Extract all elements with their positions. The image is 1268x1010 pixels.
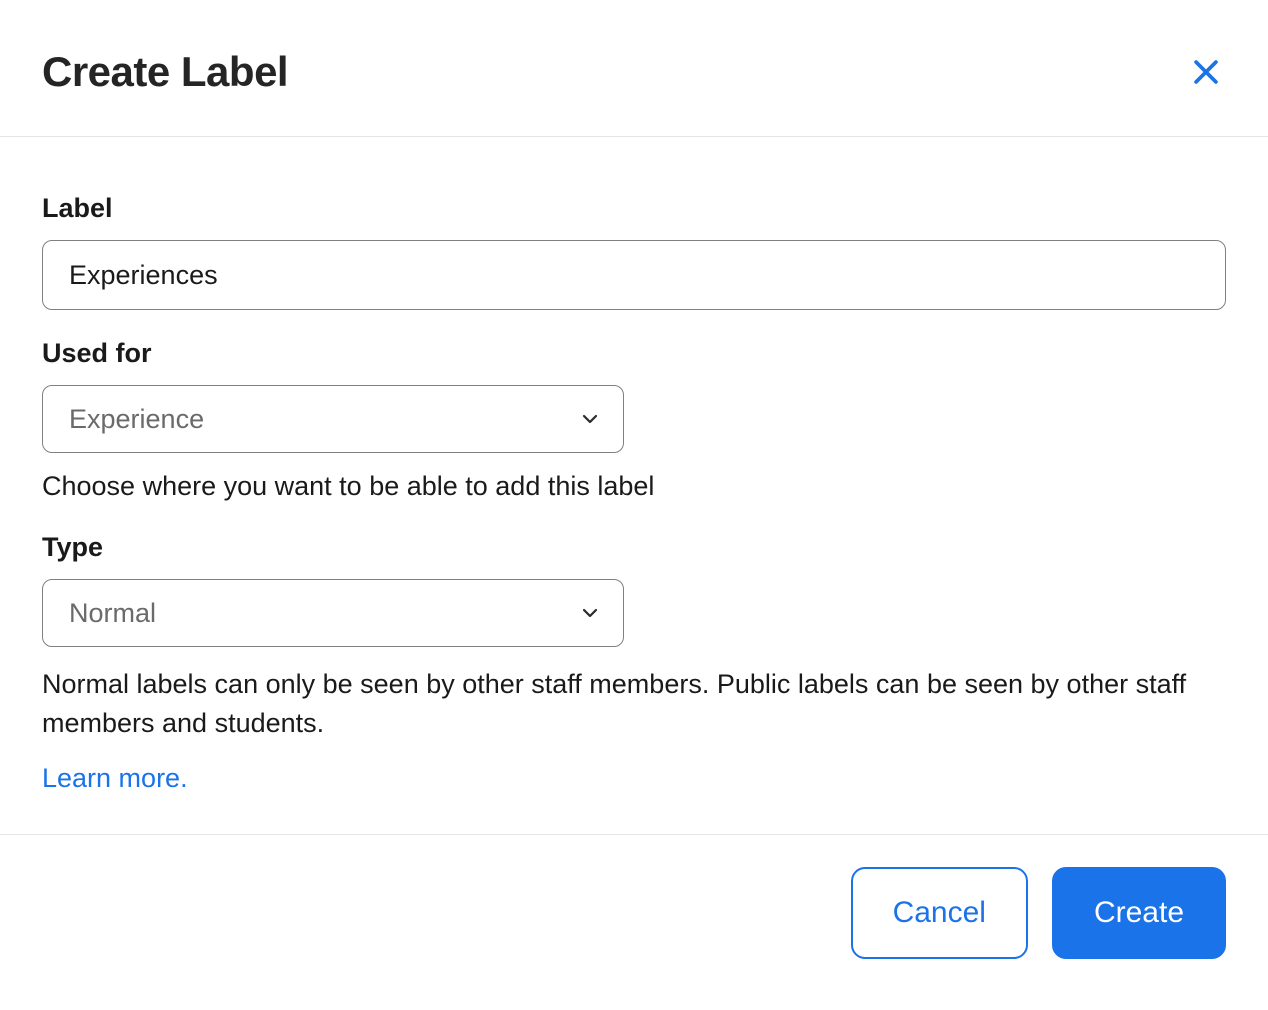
type-help-text: Normal labels can only be seen by other … (42, 665, 1226, 743)
used-for-select-wrap: Experience (42, 385, 624, 453)
type-select-wrap: Normal (42, 579, 624, 647)
close-button[interactable] (1186, 52, 1226, 92)
modal-footer: Cancel Create (0, 834, 1268, 991)
cancel-button[interactable]: Cancel (851, 867, 1028, 959)
learn-more-link[interactable]: Learn more. (42, 763, 188, 793)
used-for-select[interactable]: Experience (42, 385, 624, 453)
modal-title: Create Label (42, 48, 288, 96)
type-label: Type (42, 532, 1226, 563)
modal-header: Create Label (0, 0, 1268, 137)
label-field-group: Label (42, 193, 1226, 338)
type-field-group: Type Normal Normal labels can only be se… (42, 532, 1226, 794)
type-selected-value: Normal (69, 598, 156, 629)
used-for-help-text: Choose where you want to be able to add … (42, 467, 1226, 506)
type-select[interactable]: Normal (42, 579, 624, 647)
used-for-selected-value: Experience (69, 404, 204, 435)
used-for-label: Used for (42, 338, 1226, 369)
modal-body: Label Used for Experience Choose where y… (0, 137, 1268, 834)
label-field-label: Label (42, 193, 1226, 224)
create-label-modal: Create Label Label Used for Experience (0, 0, 1268, 991)
used-for-field-group: Used for Experience Choose where you wan… (42, 338, 1226, 526)
label-input[interactable] (42, 240, 1226, 310)
create-button[interactable]: Create (1052, 867, 1226, 959)
close-icon (1189, 55, 1223, 89)
